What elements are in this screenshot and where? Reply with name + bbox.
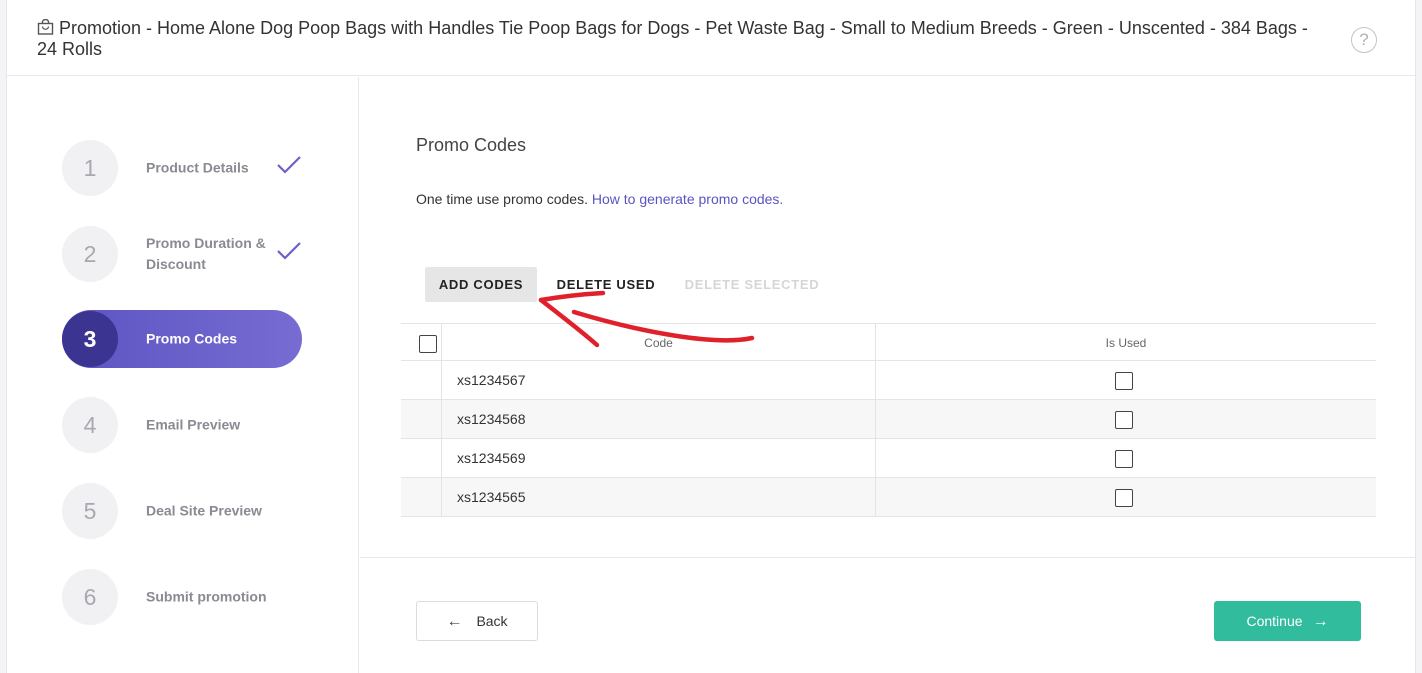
back-label: Back	[476, 613, 508, 629]
is-used-checkbox[interactable]	[1115, 450, 1133, 468]
delete-selected-button[interactable]: DELETE SELECTED	[675, 267, 829, 302]
checkmark-icon	[277, 242, 301, 260]
description: One time use promo codes. How to generat…	[416, 191, 783, 207]
column-header-is-used[interactable]: Is Used	[876, 324, 1376, 360]
add-codes-button[interactable]: ADD CODES	[425, 267, 537, 302]
arrow-left-icon: ←	[446, 613, 463, 630]
step-number: 3	[62, 311, 118, 367]
step-number: 5	[62, 483, 118, 539]
page-title: Promotion - Home Alone Dog Poop Bags wit…	[37, 18, 1327, 60]
shopping-bag-icon	[37, 19, 54, 35]
is-used-checkbox[interactable]	[1115, 372, 1133, 390]
wizard-steps: 1 Product Details 2 Promo Duration & Dis…	[7, 77, 359, 673]
select-all-checkbox[interactable]	[419, 335, 437, 353]
row-select-cell[interactable]	[401, 478, 442, 516]
section-title: Promo Codes	[416, 135, 527, 155]
row-select-cell[interactable]	[401, 400, 442, 438]
wizard-footer: ← Back Continue →	[360, 557, 1417, 673]
promo-codes-panel: Promo Codes One time use promo codes. Ho…	[360, 77, 1417, 673]
step-submit-promotion[interactable]: 6 Submit promotion	[62, 568, 302, 626]
step-promo-duration[interactable]: 2 Promo Duration & Discount	[62, 225, 302, 283]
arrow-right-icon: →	[1312, 613, 1329, 630]
column-header-code[interactable]: Code	[442, 324, 876, 360]
continue-button[interactable]: Continue →	[1214, 601, 1361, 641]
step-label: Submit promotion	[146, 588, 267, 605]
step-deal-site-preview[interactable]: 5 Deal Site Preview	[62, 482, 302, 540]
step-promo-codes[interactable]: 3 Promo Codes	[62, 310, 302, 368]
continue-label: Continue	[1246, 613, 1303, 629]
code-cell: xs1234568	[442, 400, 876, 438]
is-used-cell	[876, 400, 1376, 438]
help-icon[interactable]: ?	[1351, 27, 1377, 53]
step-label: Product Details	[146, 159, 249, 176]
table-row[interactable]: xs1234568	[401, 400, 1376, 439]
step-label: Email Preview	[146, 416, 241, 433]
is-used-checkbox[interactable]	[1115, 489, 1133, 507]
page-header: Promotion - Home Alone Dog Poop Bags wit…	[7, 0, 1415, 76]
checkmark-icon	[277, 156, 301, 174]
step-label: Promo Duration & Discount	[146, 235, 266, 272]
is-used-cell	[876, 478, 1376, 516]
step-number: 1	[62, 140, 118, 196]
table-header-row: Code Is Used	[401, 324, 1376, 361]
code-cell: xs1234569	[442, 439, 876, 477]
step-email-preview[interactable]: 4 Email Preview	[62, 396, 302, 454]
select-all-cell	[401, 324, 442, 360]
promo-codes-table: Code Is Used xs1234567 xs1234568 xs12345…	[401, 323, 1376, 517]
step-label: Promo Codes	[146, 330, 238, 347]
delete-used-button[interactable]: DELETE USED	[547, 267, 665, 302]
step-number: 2	[62, 226, 118, 282]
table-row[interactable]: xs1234569	[401, 439, 1376, 478]
code-cell: xs1234567	[442, 361, 876, 399]
table-row[interactable]: xs1234567	[401, 361, 1376, 400]
promotion-wizard: Promotion - Home Alone Dog Poop Bags wit…	[6, 0, 1417, 673]
table-row[interactable]: xs1234565	[401, 478, 1376, 517]
row-select-cell[interactable]	[401, 361, 442, 399]
back-button[interactable]: ← Back	[416, 601, 538, 641]
code-cell: xs1234565	[442, 478, 876, 516]
step-number: 4	[62, 397, 118, 453]
page-title-text: Promotion - Home Alone Dog Poop Bags wit…	[37, 18, 1308, 59]
row-select-cell[interactable]	[401, 439, 442, 477]
step-number: 6	[62, 569, 118, 625]
is-used-cell	[876, 361, 1376, 399]
step-product-details[interactable]: 1 Product Details	[62, 139, 302, 197]
step-label: Deal Site Preview	[146, 502, 262, 519]
is-used-checkbox[interactable]	[1115, 411, 1133, 429]
how-to-generate-link[interactable]: How to generate promo codes.	[592, 191, 783, 207]
description-text: One time use promo codes.	[416, 191, 588, 207]
is-used-cell	[876, 439, 1376, 477]
